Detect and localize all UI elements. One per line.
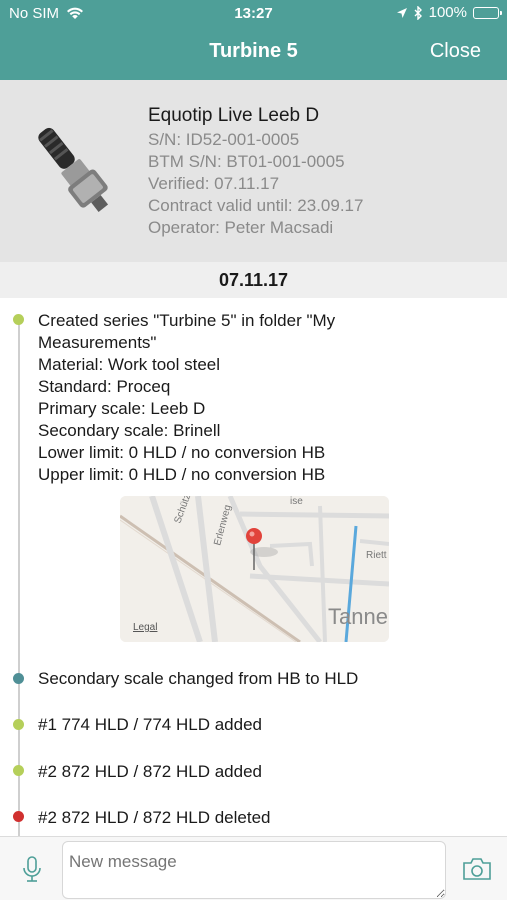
status-right: 100% — [396, 4, 502, 21]
timeline-dot — [13, 811, 24, 822]
timeline-entry-measurement-added: #1 774 HLD / 774 HLD added — [38, 715, 262, 734]
map-place-label: Tanne — [328, 604, 388, 629]
timeline-dot — [13, 765, 24, 776]
timeline-dot — [13, 314, 24, 325]
street-label: Riett — [366, 550, 387, 561]
timeline-line — [18, 318, 20, 836]
microphone-icon[interactable] — [20, 855, 44, 885]
btm-serial-number: BTM S/N: BT01-001-0005 — [148, 152, 345, 171]
entry-line: Material: Work tool steel — [38, 355, 221, 374]
camera-icon[interactable] — [462, 857, 492, 881]
serial-number: S/N: ID52-001-0005 — [148, 130, 300, 149]
location-arrow-icon — [396, 7, 407, 18]
entry-line: Created series "Turbine 5" in folder "My — [38, 311, 336, 330]
entry-line: Standard: Proceq — [38, 377, 171, 396]
location-map[interactable]: Schütze Erlenweg Riett ise Tanne Legal — [120, 496, 389, 642]
battery-percent: 100% — [428, 4, 467, 21]
timeline-dot — [13, 719, 24, 730]
timeline-entry-series-created: Created series "Turbine 5" in folder "My… — [38, 310, 497, 486]
entry-line: Upper limit: 0 HLD / no conversion HB — [38, 465, 326, 484]
status-bar: No SIM 13:27 100% — [0, 0, 507, 28]
entry-line: Primary scale: Leeb D — [38, 399, 206, 418]
entry-line: Secondary scale: Brinell — [38, 421, 221, 440]
operator-name: Operator: Peter Macsadi — [148, 218, 334, 237]
date-header: 07.11.17 — [0, 262, 507, 298]
close-button[interactable]: Close — [430, 40, 481, 63]
bluetooth-icon — [414, 5, 422, 20]
compose-bar — [0, 836, 507, 900]
device-info: Equotip Live Leeb D S/N: ID52-001-0005 B… — [148, 104, 363, 239]
timeline-entry-measurement-deleted: #2 872 HLD / 872 HLD deleted — [38, 808, 271, 827]
device-header: Equotip Live Leeb D S/N: ID52-001-0005 B… — [0, 80, 507, 262]
device-name: Equotip Live Leeb D — [148, 105, 320, 126]
contract-valid-until: Contract valid until: 23.09.17 — [148, 196, 364, 215]
map-legal-link[interactable]: Legal — [133, 622, 157, 633]
timeline[interactable]: Created series "Turbine 5" in folder "My… — [0, 298, 507, 836]
map-canvas: Schütze Erlenweg Riett ise Tanne Legal — [120, 496, 389, 642]
top-bar: No SIM 13:27 100% Turbine 5 Close — [0, 0, 507, 80]
battery-icon — [473, 6, 502, 19]
street-label: ise — [290, 496, 303, 507]
verified-date: Verified: 07.11.17 — [148, 174, 280, 193]
leeb-probe-image — [38, 127, 109, 212]
timeline-entry-measurement-added: #2 872 HLD / 872 HLD added — [38, 762, 262, 781]
entry-line: Measurements" — [38, 333, 157, 352]
entry-line: Lower limit: 0 HLD / no conversion HB — [38, 443, 326, 462]
timeline-entry-scale-changed: Secondary scale changed from HB to HLD — [38, 669, 359, 688]
message-input[interactable] — [62, 841, 446, 899]
timeline-dot — [13, 673, 24, 684]
